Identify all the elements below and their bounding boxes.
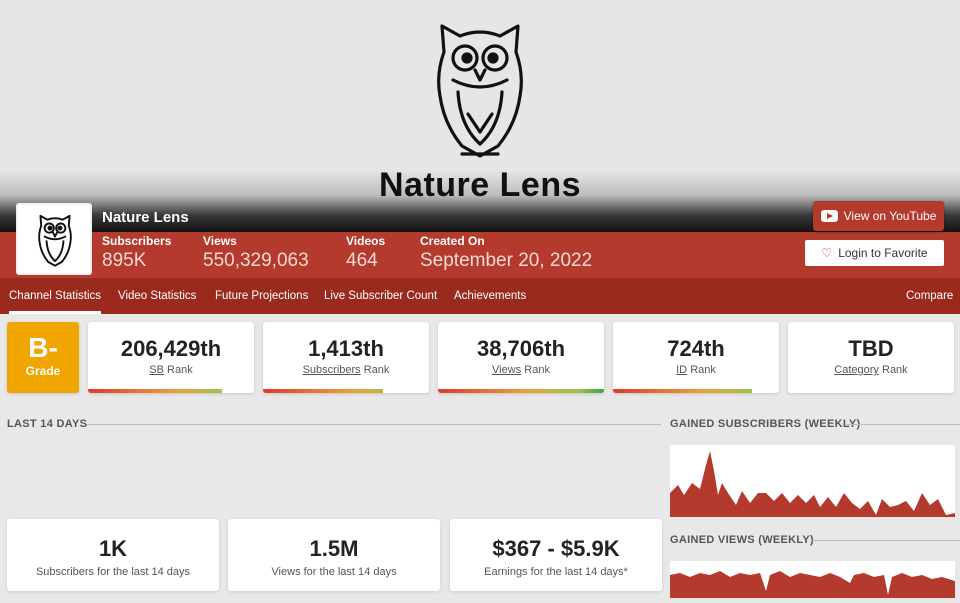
stat-label: Created On (420, 234, 485, 248)
gained-views-area (670, 571, 955, 598)
banner-title: Nature Lens (379, 166, 581, 204)
rank-metric-link[interactable]: Views (492, 364, 521, 376)
rank-metric-link[interactable]: SB (149, 364, 164, 376)
rank-value: 38,706th (476, 336, 566, 361)
stat-value: 550,329,063 (203, 250, 309, 271)
rank-value: TBD (848, 336, 894, 361)
summary-value: $367 - $5.9K (492, 536, 620, 561)
compare-link[interactable]: Compare (906, 278, 953, 314)
rank-card-category: TBD Category Rank (788, 322, 954, 393)
youtube-icon (820, 210, 838, 222)
rank-card-id: 724th ID Rank (613, 322, 779, 393)
rank-value: 1,413th (308, 336, 384, 361)
section-title-gained-subscribers: GAINED SUBSCRIBERS (WEEKLY) (670, 418, 861, 430)
stat-label: Videos (346, 234, 386, 248)
login-to-favorite-button[interactable]: ♡ Login to Favorite (805, 240, 944, 266)
tab-achievements[interactable]: Achievements (454, 278, 526, 314)
channel-nav: Channel Statistics Video Statistics Futu… (0, 278, 960, 314)
rank-value: 724th (667, 336, 725, 361)
rank-card-sb: 206,429th SB Rank (88, 322, 254, 393)
grade-label: Grade (25, 364, 61, 378)
tab-future-projections[interactable]: Future Projections (215, 278, 308, 314)
stat-videos: Videos 464 (346, 234, 385, 272)
favorite-button-label: Login to Favorite (838, 246, 928, 260)
stat-value: September 20, 2022 (420, 250, 593, 271)
stat-created-on: Created On September 20, 2022 (420, 234, 592, 272)
stat-value: 895K (102, 250, 147, 271)
channel-banner: Nature Lens (0, 0, 960, 232)
rank-card-views: 38,706th Views Rank (438, 322, 604, 393)
owl-logo-icon (437, 24, 523, 158)
divider (846, 424, 960, 425)
summary-label: Views for the last 14 days (271, 566, 397, 578)
rank-suffix: Rank (167, 364, 193, 376)
avatar (16, 203, 92, 275)
stat-value: 464 (346, 250, 378, 271)
rank-progress-bar (263, 389, 383, 393)
rank-card-subscribers: 1,413th Subscribers Rank (263, 322, 429, 393)
summary-card-subscribers: 1K Subscribers for the last 14 days (7, 519, 219, 591)
tab-video-statistics[interactable]: Video Statistics (118, 278, 196, 314)
summary-label: Earnings for the last 14 days* (484, 566, 628, 578)
summary-value: 1K (98, 536, 128, 561)
section-title-gained-views: GAINED VIEWS (WEEKLY) (670, 534, 815, 546)
summary-value: 1.5M (309, 536, 359, 561)
grade-badge: B- Grade (7, 322, 79, 393)
rank-value: 206,429th (120, 336, 222, 361)
stat-subscribers: Subscribers 895K (102, 234, 171, 272)
rank-suffix: Rank (690, 364, 716, 376)
grade-letter: B- (28, 332, 58, 363)
rank-metric-link[interactable]: ID (676, 364, 687, 376)
gained-subscribers-area (670, 451, 955, 517)
rank-metric-link[interactable]: Subscribers (303, 364, 361, 376)
stat-label: Views (203, 234, 237, 248)
gained-subscribers-chart (670, 445, 955, 517)
section-title-last-14-days: LAST 14 DAYS (7, 418, 88, 430)
rank-progress-bar (438, 389, 604, 393)
rank-suffix: Rank (524, 364, 550, 376)
tab-live-subscriber-count[interactable]: Live Subscriber Count (324, 278, 437, 314)
stat-label: Subscribers (102, 234, 172, 248)
gained-views-chart (670, 561, 955, 598)
stat-views: Views 550,329,063 (203, 234, 309, 272)
rank-progress-bar (613, 389, 753, 393)
view-on-youtube-button[interactable]: View on YouTube (813, 201, 944, 231)
summary-card-views: 1.5M Views for the last 14 days (228, 519, 440, 591)
divider (87, 424, 661, 425)
youtube-button-label: View on YouTube (843, 209, 937, 223)
owl-avatar-icon (38, 214, 72, 267)
channel-name: Nature Lens (102, 209, 189, 226)
divider (810, 540, 960, 541)
rank-suffix: Rank (882, 364, 908, 376)
rank-metric-link[interactable]: Category (834, 364, 879, 376)
heart-icon: ♡ (821, 246, 833, 260)
rank-progress-bar (88, 389, 223, 393)
summary-card-earnings: $367 - $5.9K Earnings for the last 14 da… (450, 519, 662, 591)
rank-suffix: Rank (363, 364, 390, 376)
tab-channel-statistics[interactable]: Channel Statistics (9, 278, 102, 314)
summary-label: Subscribers for the last 14 days (35, 566, 191, 578)
